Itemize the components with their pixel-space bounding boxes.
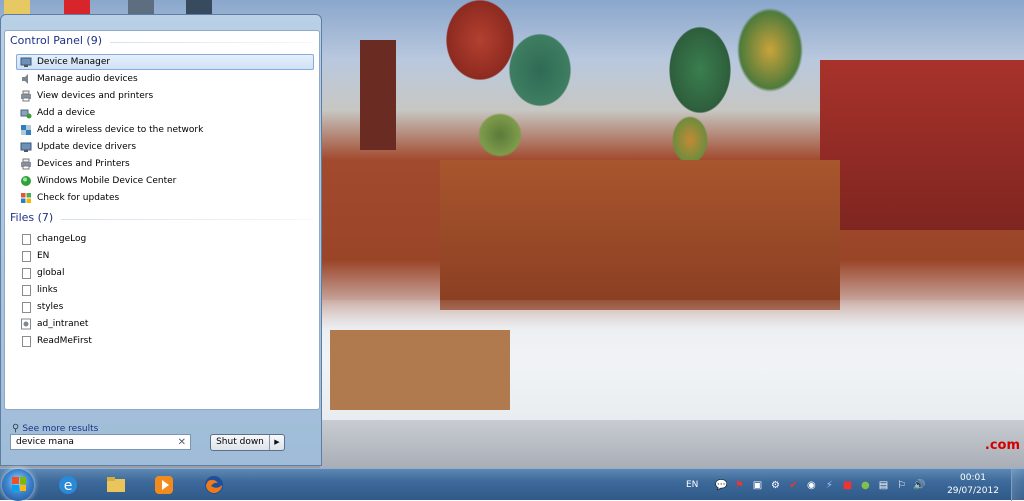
windows-update-icon (20, 192, 32, 204)
result-label: Devices and Printers (37, 159, 130, 169)
group-header-files[interactable]: Files (7) (10, 211, 53, 224)
app-tray-icon[interactable]: ▣ (750, 478, 764, 492)
result-label: Update device drivers (37, 142, 137, 152)
result-label: styles (37, 302, 64, 312)
wallpaper-watermark: .com (984, 438, 1020, 453)
clock-date: 29/07/2012 (947, 486, 999, 496)
network-icon[interactable]: ▤ (876, 478, 890, 492)
group-header-control-panel[interactable]: Control Panel (9) (10, 34, 102, 47)
flag-icon[interactable]: ⚑ (732, 478, 746, 492)
printer-icon (20, 158, 32, 170)
device-manager-icon (20, 56, 32, 68)
volume-icon[interactable]: 🔊 (912, 478, 926, 492)
result-file[interactable]: ad_intranet (16, 316, 314, 332)
result-label: EN (37, 251, 50, 261)
shut-down-button[interactable]: Shut down ▶ (210, 434, 285, 451)
mobile-device-center-icon (20, 175, 32, 187)
result-file[interactable]: global (16, 265, 314, 281)
add-device-icon (20, 107, 32, 119)
clear-search-icon[interactable]: ✕ (178, 437, 186, 448)
desktop-app-icon[interactable] (64, 0, 90, 14)
wallpaper-cathedral (440, 160, 840, 310)
internet-explorer-icon[interactable]: e (46, 470, 90, 500)
result-file[interactable]: ReadMeFirst (16, 333, 314, 349)
result-add-wireless-device[interactable]: Add a wireless device to the network (16, 122, 314, 138)
taskbar-clock[interactable]: 00:01 29/07/2012 (943, 472, 1003, 498)
antivirus-icon[interactable]: ✔ (786, 478, 800, 492)
media-player-icon[interactable] (142, 470, 186, 500)
chevron-right-icon[interactable]: ▶ (270, 435, 284, 450)
start-search-box[interactable]: ✕ (10, 434, 191, 450)
settings-file-icon (20, 318, 32, 330)
result-manage-audio-devices[interactable]: Manage audio devices (16, 71, 314, 87)
result-check-for-updates[interactable]: Check for updates (16, 190, 314, 206)
wallpaper-chapel (330, 330, 510, 410)
result-file[interactable]: styles (16, 299, 314, 315)
nvidia-icon[interactable]: ● (858, 478, 872, 492)
windows-logo-icon (12, 477, 26, 491)
wallpaper-building (820, 60, 1024, 230)
search-icon: ⚲ (12, 423, 20, 434)
chat-icon[interactable]: 💬 (714, 478, 728, 492)
result-view-devices-printers[interactable]: View devices and printers (16, 88, 314, 104)
file-icon (20, 301, 32, 313)
result-label: Add a device (37, 108, 96, 118)
start-menu: Control Panel (9) Device Manager Manage … (0, 14, 322, 466)
result-file[interactable]: EN (16, 248, 314, 264)
security-icon[interactable]: ◉ (804, 478, 818, 492)
app-tray-icon[interactable]: ■ (840, 478, 854, 492)
see-more-label: See more results (22, 423, 99, 434)
system-tray: EN 💬 ⚑ ▣ ⚙ ✔ ◉ ⚡ ■ ● ▤ ⚐ 🔊 (686, 469, 930, 501)
result-device-manager[interactable]: Device Manager (16, 54, 314, 70)
search-results-pane: Control Panel (9) Device Manager Manage … (4, 30, 320, 434)
clock-time: 00:01 (960, 473, 986, 483)
desktop-app-icon[interactable] (186, 0, 212, 14)
wallpaper-wall (320, 420, 1024, 468)
result-label: links (37, 285, 58, 295)
result-update-device-drivers[interactable]: Update device drivers (16, 139, 314, 155)
svg-text:e: e (64, 478, 73, 494)
file-icon (20, 284, 32, 296)
result-windows-mobile-device-center[interactable]: Windows Mobile Device Center (16, 173, 314, 189)
file-icon (20, 267, 32, 279)
result-label: Check for updates (37, 193, 120, 203)
result-label: Manage audio devices (37, 74, 138, 84)
result-add-device[interactable]: Add a device (16, 105, 314, 121)
power-icon[interactable]: ⚡ (822, 478, 836, 492)
result-label: View devices and printers (37, 91, 154, 101)
settings-tray-icon[interactable]: ⚙ (768, 478, 782, 492)
result-label: ad_intranet (37, 319, 89, 329)
firefox-icon[interactable] (192, 470, 236, 500)
wallpaper-tower (360, 40, 396, 150)
result-label: global (37, 268, 65, 278)
see-more-results-link[interactable]: ⚲ See more results (12, 423, 98, 434)
speaker-icon (20, 73, 32, 85)
result-file[interactable]: changeLog (16, 231, 314, 247)
group-divider (110, 42, 313, 43)
device-drivers-icon (20, 141, 32, 153)
desktop-app-icon[interactable] (128, 0, 154, 14)
taskbar: e EN 💬 ⚑ ▣ ⚙ ✔ ◉ ⚡ ■ ● ▤ ⚐ 🔊 00:01 29/07… (0, 468, 1024, 501)
result-devices-and-printers[interactable]: Devices and Printers (16, 156, 314, 172)
printer-icon (20, 90, 32, 102)
result-label: Device Manager (37, 57, 111, 67)
flag-icon[interactable]: ⚐ (894, 478, 908, 492)
result-label: changeLog (37, 234, 87, 244)
show-desktop-button[interactable] (1011, 469, 1024, 501)
start-button[interactable] (2, 469, 34, 501)
language-indicator[interactable]: EN (686, 480, 698, 490)
file-icon (20, 250, 32, 262)
result-label: ReadMeFirst (37, 336, 92, 346)
group-divider (61, 219, 313, 220)
file-icon (20, 335, 32, 347)
windows-explorer-icon[interactable] (94, 470, 138, 500)
result-label: Windows Mobile Device Center (37, 176, 177, 186)
shut-down-label[interactable]: Shut down (211, 435, 270, 450)
file-icon (20, 233, 32, 245)
desktop-folder-icon[interactable] (4, 0, 30, 14)
wireless-device-icon (20, 124, 32, 136)
result-label: Add a wireless device to the network (37, 125, 204, 135)
search-input[interactable] (11, 437, 176, 447)
result-file[interactable]: links (16, 282, 314, 298)
